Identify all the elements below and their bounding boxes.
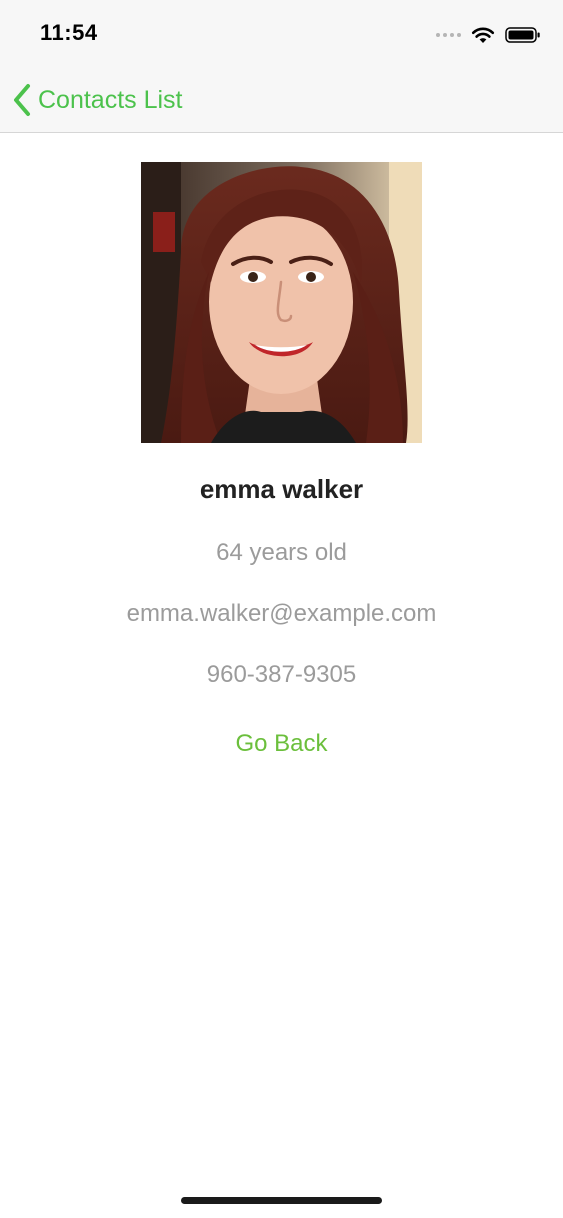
back-button-label: Contacts List (38, 85, 183, 114)
home-indicator[interactable] (181, 1197, 382, 1204)
top-bar: 11:54 Contacts List (0, 0, 563, 133)
status-icons (436, 22, 541, 48)
contact-email: emma.walker@example.com (126, 600, 437, 627)
back-button[interactable]: Contacts List (12, 80, 183, 120)
battery-icon (505, 27, 540, 43)
contact-age: 64 years old (216, 539, 347, 566)
contact-phone: 960-387-9305 (206, 661, 357, 688)
chevron-left-icon (14, 84, 30, 116)
signal-dots-icon (436, 33, 461, 37)
wifi-icon (471, 27, 495, 43)
go-back-button[interactable]: Go Back (235, 730, 327, 757)
status-time: 11:54 (40, 20, 98, 45)
go-back-row: Go Back (0, 730, 563, 758)
contact-photo (141, 162, 422, 443)
contact-name: emma walker (199, 474, 364, 504)
